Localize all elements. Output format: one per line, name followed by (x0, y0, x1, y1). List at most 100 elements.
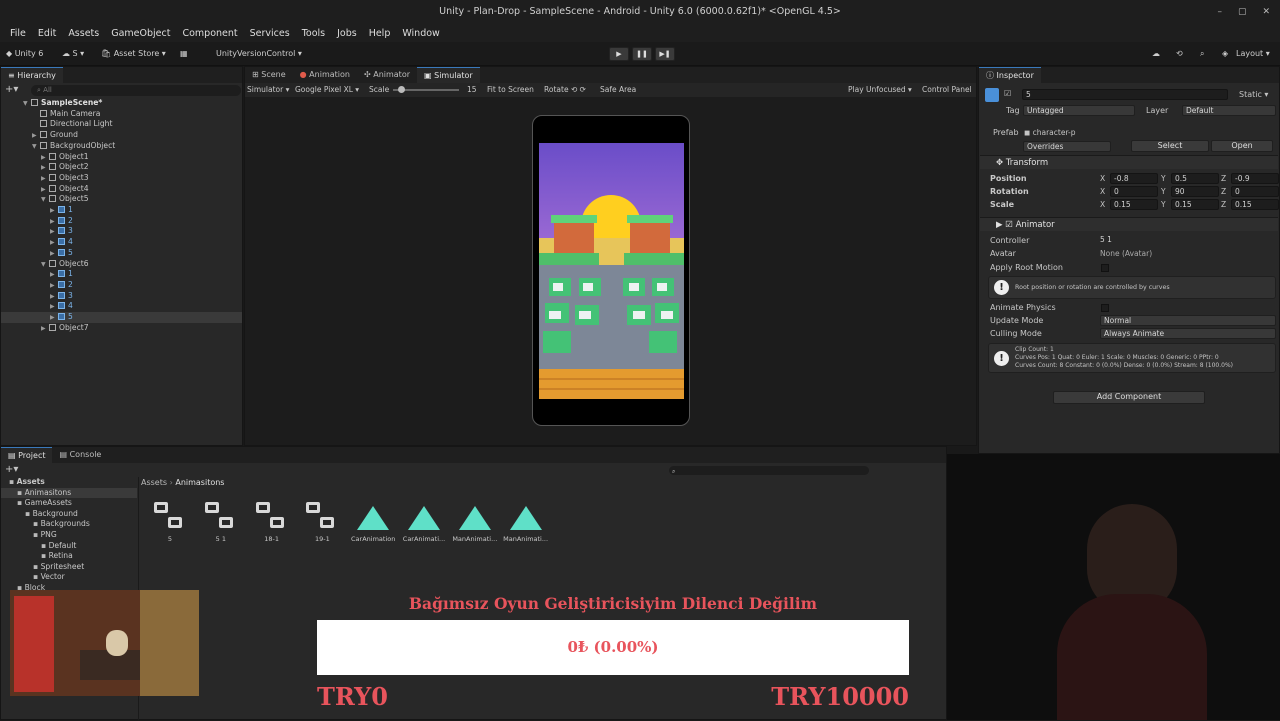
rotation-z-field[interactable]: 0 (1231, 186, 1279, 197)
tab-animation[interactable]: ● Animation (293, 67, 357, 83)
layer-dropdown[interactable]: Default (1182, 105, 1276, 116)
expand-arrow-icon[interactable]: ▶ (41, 324, 49, 335)
animation-clip-asset[interactable]: ManAnimati... (452, 498, 498, 543)
scale-x-field[interactable]: 0.15 (1110, 199, 1158, 210)
hierarchy-item[interactable]: ▶ 5 (1, 248, 242, 259)
scale-slider-thumb[interactable] (398, 86, 405, 93)
hierarchy-item[interactable]: ▶ Object2 (1, 162, 242, 173)
hierarchy-item[interactable]: ▶ 1 (1, 205, 242, 216)
folder-item[interactable]: ▪ Background (1, 509, 137, 520)
game-view[interactable] (539, 143, 684, 399)
position-y-field[interactable]: 0.5 (1171, 173, 1219, 184)
breadcrumb-assets[interactable]: Assets (141, 478, 167, 487)
hierarchy-item[interactable]: ▶ Object7 (1, 323, 242, 334)
scale-z-field[interactable]: 0.15 (1231, 199, 1279, 210)
prefab-asset-field[interactable]: ◼ character-p (1024, 128, 1076, 137)
animator-controller-asset[interactable]: 19-1 (299, 498, 345, 543)
hierarchy-search-input[interactable]: ⌕ All (31, 85, 241, 96)
add-component-button[interactable]: Add Component (1053, 391, 1205, 404)
account-button[interactable]: ◆ Unity 6 (6, 47, 43, 61)
tab-hierarchy[interactable]: ≡ Hierarchy (1, 67, 63, 83)
minimize-button[interactable]: – (1217, 7, 1222, 17)
select-button[interactable]: Select (1131, 140, 1209, 152)
menu-file[interactable]: File (4, 28, 32, 39)
mode-dropdown[interactable]: Simulator ▾ (247, 83, 289, 97)
folder-item[interactable]: ▪ Backgrounds (1, 519, 137, 530)
hierarchy-scene[interactable]: ▼ SampleScene* (1, 98, 242, 109)
rotation-y-field[interactable]: 90 (1171, 186, 1219, 197)
overrides-dropdown[interactable]: Overrides (1023, 141, 1111, 152)
rotate-button[interactable]: Rotate ⟲ ⟳ (544, 83, 586, 97)
tab-animator[interactable]: ✣ Animator (357, 67, 417, 83)
cloud-icon[interactable]: ☁ (1152, 47, 1160, 61)
safe-area-toggle[interactable]: Safe Area (600, 83, 636, 97)
hierarchy-item[interactable]: ▶ 2 (1, 280, 242, 291)
apply-root-motion-checkbox[interactable] (1101, 264, 1109, 272)
culling-mode-dropdown[interactable]: Always Animate (1100, 328, 1276, 339)
menu-gameobject[interactable]: GameObject (105, 28, 176, 39)
maximize-button[interactable]: ▢ (1238, 7, 1247, 17)
folder-item[interactable]: ▪ Vector (1, 572, 137, 583)
tab-console[interactable]: ▤ Console (52, 447, 108, 463)
hierarchy-item[interactable]: ▶ 2 (1, 216, 242, 227)
open-button[interactable]: Open (1211, 140, 1273, 152)
animator-controller-asset[interactable]: 5 1 (198, 498, 244, 543)
layers-icon[interactable]: ◈ (1222, 47, 1228, 61)
hierarchy-item[interactable]: ▼ BackgroudObject (1, 141, 242, 152)
hierarchy-item[interactable]: ▶ 3 (1, 291, 242, 302)
hierarchy-item[interactable]: Main Camera (1, 109, 242, 120)
folder-item[interactable]: ▪ Assets (1, 477, 137, 488)
menu-component[interactable]: Component (176, 28, 243, 39)
play-button[interactable]: ▶ (609, 47, 629, 61)
menu-tools[interactable]: Tools (296, 28, 331, 39)
scale-y-field[interactable]: 0.15 (1171, 199, 1219, 210)
rotation-x-field[interactable]: 0 (1110, 186, 1158, 197)
breadcrumb-animasitons[interactable]: Animasitons (175, 478, 224, 487)
animation-clip-asset[interactable]: CarAnimation (350, 498, 396, 543)
tab-simulator[interactable]: ▣ Simulator (417, 67, 480, 83)
tab-scene[interactable]: ⊞ Scene (245, 67, 293, 83)
menu-jobs[interactable]: Jobs (331, 28, 363, 39)
version-control-dropdown[interactable]: UnityVersionControl ▾ (216, 47, 302, 61)
animator-controller-asset[interactable]: 18-1 (249, 498, 295, 543)
controller-field[interactable]: 5 1 (1100, 235, 1276, 246)
search-icon[interactable]: ⌕ (1200, 47, 1204, 61)
animation-clip-asset[interactable]: CarAnimati... (401, 498, 447, 543)
hierarchy-item[interactable]: ▶ Object3 (1, 173, 242, 184)
fit-to-screen-button[interactable]: Fit to Screen (487, 83, 534, 97)
hierarchy-item[interactable]: ▶ 4 (1, 237, 242, 248)
asset-store-button[interactable]: 🛍 Asset Store ▾ (101, 47, 166, 61)
active-checkbox[interactable]: ☑ (1004, 89, 1011, 98)
layout-dropdown[interactable]: Layout ▾ (1236, 47, 1270, 61)
tab-inspector[interactable]: ⓘ Inspector (979, 67, 1041, 83)
avatar-field[interactable]: None (Avatar) (1100, 249, 1276, 260)
control-panel-button[interactable]: Control Panel (922, 83, 972, 97)
hierarchy-item[interactable]: Directional Light (1, 119, 242, 130)
transform-header[interactable]: ✥ Transform (980, 155, 1278, 169)
play-mode-dropdown[interactable]: Play Unfocused ▾ (848, 83, 912, 97)
folder-item[interactable]: ▪ Animasitons (1, 487, 137, 499)
menu-help[interactable]: Help (363, 28, 397, 39)
menu-assets[interactable]: Assets (62, 28, 105, 39)
folder-item[interactable]: ▪ Retina (1, 551, 137, 562)
menu-edit[interactable]: Edit (32, 28, 62, 39)
folder-item[interactable]: ▪ Spritesheet (1, 562, 137, 573)
position-x-field[interactable]: -0.8 (1110, 173, 1158, 184)
hierarchy-item[interactable]: ▶ 3 (1, 226, 242, 237)
animate-physics-checkbox[interactable] (1101, 304, 1109, 312)
animator-controller-asset[interactable]: 5 (147, 498, 193, 543)
static-toggle[interactable]: Static ▾ (1239, 90, 1268, 99)
hierarchy-item[interactable]: ▼ Object5 (1, 194, 242, 205)
hierarchy-item[interactable]: ▶ 5 (1, 312, 242, 323)
menu-window[interactable]: Window (396, 28, 445, 39)
package-manager-icon[interactable]: ▦ (180, 47, 188, 61)
history-icon[interactable]: ⟲ (1176, 47, 1183, 61)
menu-services[interactable]: Services (244, 28, 296, 39)
position-z-field[interactable]: -0.9 (1231, 173, 1279, 184)
folder-item[interactable]: ▪ Default (1, 541, 137, 552)
hierarchy-item[interactable]: ▶ Object4 (1, 184, 242, 195)
close-button[interactable]: ✕ (1262, 7, 1270, 17)
project-search-input[interactable]: ⌕ (669, 466, 869, 475)
hierarchy-item[interactable]: ▶ Object1 (1, 152, 242, 163)
hierarchy-item[interactable]: ▶ Ground (1, 130, 242, 141)
